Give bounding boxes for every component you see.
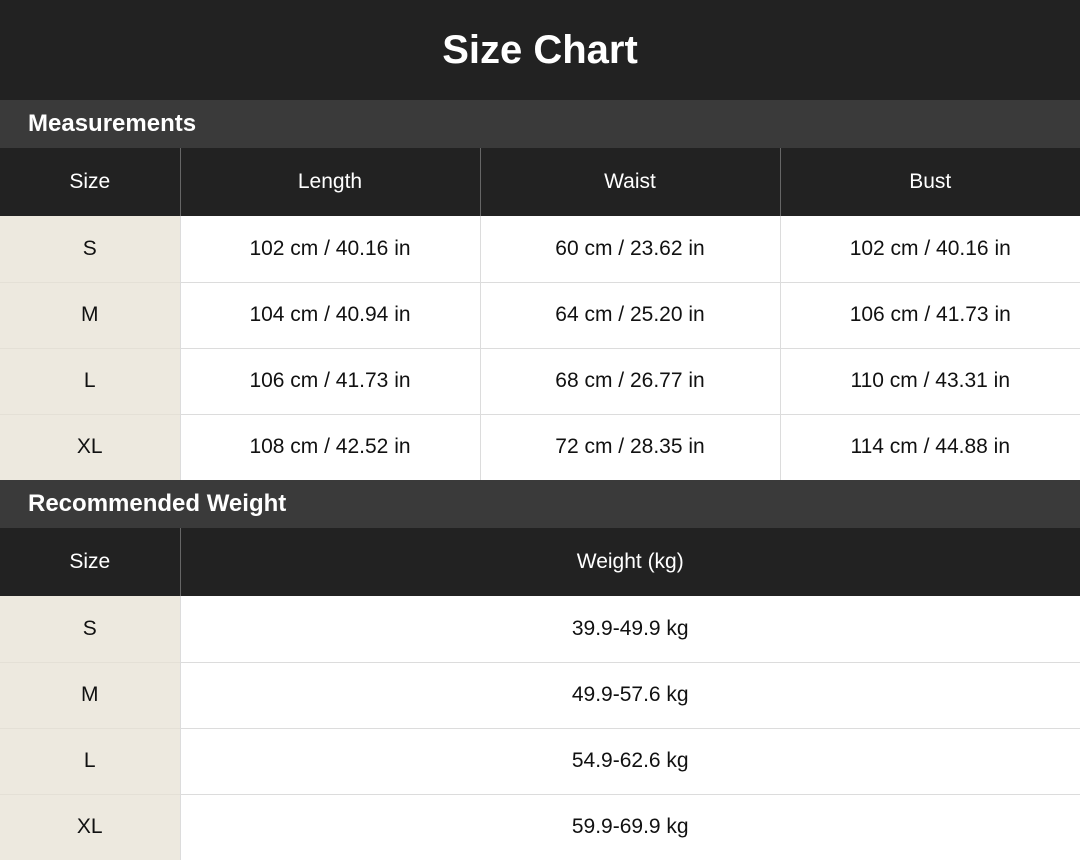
weight-cell: 39.9-49.9 kg (179, 596, 1080, 662)
column-header-size: Size (0, 528, 180, 596)
table-row: L 106 cm / 41.73 in 68 cm / 26.77 in 110… (0, 347, 1080, 414)
measurements-header-row: Size Length Waist Bust (0, 148, 1080, 216)
column-header-waist: Waist (479, 148, 780, 216)
weight-cell: 54.9-62.6 kg (179, 727, 1080, 794)
size-cell: L (0, 727, 180, 794)
weight-cell: 49.9-57.6 kg (179, 661, 1080, 728)
page-title: Size Chart (0, 0, 1080, 100)
table-row: S 102 cm / 40.16 in 60 cm / 23.62 in 102… (0, 216, 1080, 282)
measurements-table: Size Length Waist Bust S 102 cm / 40.16 … (0, 148, 1080, 480)
size-cell: S (0, 596, 180, 662)
length-cell: 106 cm / 41.73 in (179, 347, 480, 414)
bust-cell: 114 cm / 44.88 in (779, 413, 1080, 480)
table-row: M 49.9-57.6 kg (0, 661, 1080, 728)
table-row: M 104 cm / 40.94 in 64 cm / 25.20 in 106… (0, 281, 1080, 348)
column-header-size: Size (0, 148, 180, 216)
weight-heading: Recommended Weight (0, 480, 1080, 528)
table-row: XL 59.9-69.9 kg (0, 793, 1080, 860)
weight-table: Size Weight (kg) S 39.9-49.9 kg M 49.9-5… (0, 528, 1080, 860)
weight-cell: 59.9-69.9 kg (179, 793, 1080, 860)
waist-cell: 72 cm / 28.35 in (479, 413, 780, 480)
size-cell: S (0, 216, 180, 282)
bust-cell: 106 cm / 41.73 in (779, 281, 1080, 348)
waist-cell: 68 cm / 26.77 in (479, 347, 780, 414)
length-cell: 108 cm / 42.52 in (179, 413, 480, 480)
size-cell: M (0, 281, 180, 348)
length-cell: 102 cm / 40.16 in (179, 216, 480, 282)
table-row: S 39.9-49.9 kg (0, 596, 1080, 662)
waist-cell: 60 cm / 23.62 in (479, 216, 780, 282)
column-header-weight: Weight (kg) (179, 528, 1080, 596)
bust-cell: 102 cm / 40.16 in (779, 216, 1080, 282)
column-header-bust: Bust (779, 148, 1080, 216)
size-cell: XL (0, 793, 180, 860)
waist-cell: 64 cm / 25.20 in (479, 281, 780, 348)
weight-header-row: Size Weight (kg) (0, 528, 1080, 596)
table-row: L 54.9-62.6 kg (0, 727, 1080, 794)
size-cell: L (0, 347, 180, 414)
size-chart-page: Size Chart Measurements Size Length Wais… (0, 0, 1080, 860)
size-cell: M (0, 661, 180, 728)
size-cell: XL (0, 413, 180, 480)
measurements-heading: Measurements (0, 100, 1080, 148)
bust-cell: 110 cm / 43.31 in (779, 347, 1080, 414)
table-row: XL 108 cm / 42.52 in 72 cm / 28.35 in 11… (0, 413, 1080, 480)
column-header-length: Length (179, 148, 480, 216)
length-cell: 104 cm / 40.94 in (179, 281, 480, 348)
